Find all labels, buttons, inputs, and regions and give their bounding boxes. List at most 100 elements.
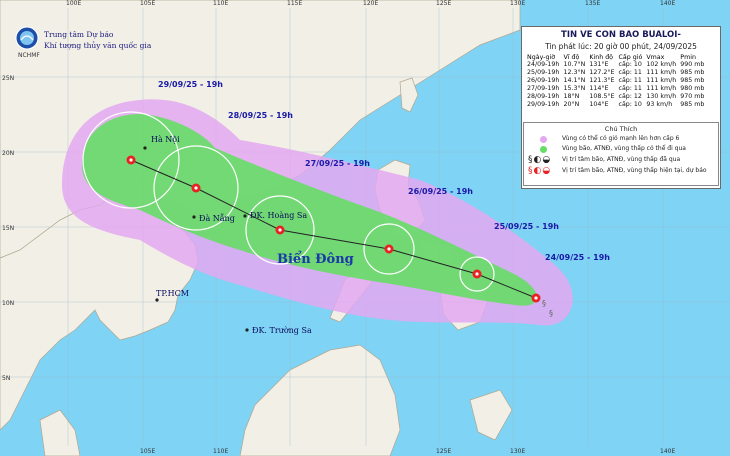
forecast-cell: 15.3°N [563,85,586,92]
forecast-cell: 24/09-19h [527,61,560,68]
hcm-marker [155,298,159,302]
forecast-cell: 114°E [589,85,609,92]
forecast-table: Ngày-giờ Vĩ độ Kinh độ Cấp gió Vmax Pmin… [525,54,706,109]
date-label-26: 26/09/25 - 19h [408,187,473,196]
forecast-cell: 111 km/h [646,69,677,76]
forecast-cell: 985 mb [680,77,705,84]
forecast-cell: 26/09-19h [527,77,560,84]
lat-label: 20N [2,150,14,157]
forecast-cell: 12.3°N [563,69,586,76]
label-bien-dong: Biển Đông [277,251,354,267]
forecast-cell: 93 km/h [646,101,673,108]
storm-info-panel: TIN VE CON BAO BUALOI- Tin phát lúc: 20 … [521,26,721,189]
forecast-cell: 18°N [563,93,580,100]
forecast-cell: 25/09-19h [527,69,560,76]
bulletin-issued-time: Tin phát lúc: 20 giờ 00 phút, 24/09/2025 [545,42,697,51]
lon-label: 130E [510,448,525,455]
forecast-cell: 104°E [589,101,609,108]
forecast-cell: 20°N [563,101,580,108]
lon-label: 130E [510,0,525,7]
lon-label: 110E [213,448,228,455]
past-storm-icon: § [542,299,546,308]
col-header: Vmax [646,54,665,61]
forecast-cell: cấp: 10 [618,61,642,68]
legend-text: Vị trí tâm bão, ATNĐ, vùng thấp đã qua [562,156,681,163]
forecast-cell: 980 mb [680,85,705,92]
storm-icon [472,269,482,279]
legend-text: Vị trí tâm bão, ATNĐ, vùng thấp hiện tại… [562,167,707,174]
forecast-row: 28/09-19h 18°N 108.5°E cấp: 12 130 km/h 970 m… [525,93,706,101]
label-hcm: TP.HCM [156,289,189,298]
hoangsa-marker [243,214,247,218]
forecast-cell: cấp: 11 [618,85,642,92]
danang-marker [192,215,196,219]
label-truongsa: ĐK. Trường Sa [252,326,312,335]
date-label-29: 29/09/25 - 19h [158,80,223,89]
forecast-row: 24/09-19h 10.7°N 131°E cấp: 10 102 km/h 990 m… [525,61,706,69]
forecast-cell: 10.7°N [563,61,586,68]
nchmf-logo [15,26,39,50]
org-line2: Khí tượng thủy văn quốc gia [44,41,152,50]
bulletin-title: TIN VE CON BAO BUALOI- [561,30,681,40]
label-hoangsa: ĐK. Hoàng Sa [250,211,307,220]
current-storm-icons: §◐◒ [528,166,552,176]
truongsa-marker [245,328,249,332]
forecast-cell: 111 km/h [646,85,677,92]
forecast-cell: cấp: 12 [618,93,642,100]
date-label-27: 27/09/25 - 19h [305,159,370,168]
lon-label: 140E [660,0,675,7]
logo-text: NCHMF [18,52,40,59]
forecast-cell: cấp: 11 [618,77,642,84]
org-line1: Trung tâm Dự báo [44,30,114,39]
forecast-cell: 27/09-19h [527,85,560,92]
lon-label: 105E [140,0,155,7]
forecast-cell: 121.3°E [589,77,615,84]
hanoi-marker [143,146,147,150]
forecast-cell: 102 km/h [646,61,677,68]
forecast-cell: 970 mb [680,93,705,100]
land-sulawesi [469,389,513,441]
bottom-lon-labels: 105E 110E 125E 130E 140E [140,448,675,455]
track-zone-swatch [540,146,547,153]
forecast-cell: 127.2°E [589,69,615,76]
forecast-cell: 14.1°N [563,77,586,84]
lon-label: 125E [436,0,451,7]
label-hanoi: Hà Nội [151,135,180,144]
storm-icon [531,293,541,303]
lon-label: 125E [436,448,451,455]
forecast-row: 27/09-19h 15.3°N 114°E cấp: 11 111 km/h 980 m… [525,85,706,93]
forecast-cell: 28/09-19h [527,93,560,100]
forecast-cell: cấp: 10 [618,101,642,108]
col-header: Kinh độ [589,54,614,61]
forecast-cell: 131°E [589,61,609,68]
lon-label: 110E [213,0,228,7]
lon-label: 105E [140,448,155,455]
lat-label: 5N [2,375,10,382]
lat-label: 25N [2,75,14,82]
date-label-28: 28/09/25 - 19h [228,111,293,120]
lon-label: 100E [66,0,81,7]
forecast-row: 25/09-19h 12.3°N 127.2°E cấp: 11 111 km/h 985… [525,69,706,77]
forecast-cell: 111 km/h [646,77,677,84]
legend-box: Chú Thích Vùng có thể có gió mạnh lên hơ… [523,122,719,186]
forecast-row: 26/09-19h 14.1°N 121.3°E cấp: 11 111 km/h 985… [525,77,706,85]
label-danang: Đà Nẵng [199,214,235,223]
past-storm-icons: §◐◒ [528,155,552,165]
legend-text: Vùng có thể có gió mạnh lên hơn cấp 6 [562,135,680,142]
storm-icon [275,225,285,235]
date-label-25: 25/09/25 - 19h [494,222,559,231]
legend-text: Vùng bão, ATNĐ, vùng thấp có thể đi qua [562,145,686,152]
lat-label: 10N [2,300,14,307]
col-header: Pmin [680,54,696,61]
forecast-cell: 985 mb [680,101,705,108]
lat-label: 15N [2,225,14,232]
forecast-cell: 985 mb [680,69,705,76]
past-storm-icon: § [549,309,553,318]
forecast-cell: cấp: 11 [618,69,642,76]
lon-label: 135E [585,0,600,7]
land-malaya [39,409,81,456]
storm-icon [191,183,201,193]
forecast-cell: 130 km/h [646,93,677,100]
wind-zone-swatch [540,136,547,143]
legend-title: Chú Thích [604,125,638,133]
